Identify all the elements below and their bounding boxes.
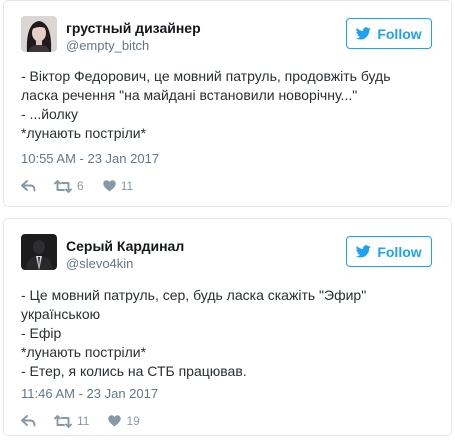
reply-icon — [21, 180, 36, 192]
retweet-icon — [54, 414, 72, 428]
tweet-text-line: ласка речення "на майдані встановили нов… — [21, 87, 358, 103]
avatar[interactable] — [21, 234, 57, 270]
retweet-count: 6 — [77, 179, 84, 193]
author-handle[interactable]: @empty_bitch — [66, 38, 149, 53]
avatar[interactable] — [21, 16, 57, 52]
reply-button[interactable] — [21, 415, 36, 427]
tweet-text: - Віктор Федорович, це мовний патруль, п… — [21, 67, 437, 143]
follow-label: Follow — [377, 243, 422, 260]
tweet-text-line: - Етер, я колись на СТБ працював. — [21, 363, 247, 379]
twitter-bird-icon — [356, 27, 372, 40]
tweet-actions: 6 11 — [21, 178, 133, 194]
timestamp[interactable]: 10:55 AM - 23 Jan 2017 — [21, 151, 159, 166]
like-count: 11 — [120, 179, 134, 193]
heart-icon — [108, 415, 122, 427]
follow-label: Follow — [377, 25, 422, 42]
retweet-count: 11 — [77, 414, 90, 428]
like-count: 19 — [126, 414, 140, 428]
tweet-text: - Це мовний патруль, сер, будь ласка ска… — [21, 286, 396, 381]
tweet-text-line: - Ефір — [21, 325, 62, 341]
tweet-card: Серый Кардинал @slevo4kin Follow - Це мо… — [3, 218, 452, 436]
tweet-text-line: *лунають постріли* — [21, 344, 147, 360]
author-name[interactable]: Серый Кардинал — [66, 238, 184, 254]
author-handle[interactable]: @slevo4kin — [66, 256, 133, 271]
tweet-card: грустный дизайнер @empty_bitch Follow - … — [3, 0, 452, 207]
retweet-button[interactable]: 11 — [54, 414, 89, 428]
reply-button[interactable] — [21, 180, 36, 192]
like-button[interactable]: 11 — [102, 179, 134, 193]
tweet-text-line: - ...йолку — [21, 106, 78, 122]
heart-icon — [102, 180, 116, 192]
author-name[interactable]: грустный дизайнер — [66, 20, 201, 36]
follow-button[interactable]: Follow — [346, 18, 432, 49]
tweet-text-line: *лунають постріли* — [21, 125, 147, 141]
tweet-text-line: - Віктор Федорович, це мовний патруль, п… — [21, 68, 391, 84]
tweet-actions: 11 19 — [21, 413, 140, 429]
follow-button[interactable]: Follow — [346, 236, 432, 267]
retweet-icon — [54, 179, 72, 193]
like-button[interactable]: 19 — [108, 414, 140, 428]
tweet-text-line: - Це мовний патруль, сер, будь ласка ска… — [21, 287, 367, 322]
twitter-bird-icon — [356, 245, 372, 258]
timestamp[interactable]: 11:46 AM - 23 Jan 2017 — [21, 386, 158, 401]
retweet-button[interactable]: 6 — [54, 179, 84, 193]
reply-icon — [21, 415, 36, 427]
